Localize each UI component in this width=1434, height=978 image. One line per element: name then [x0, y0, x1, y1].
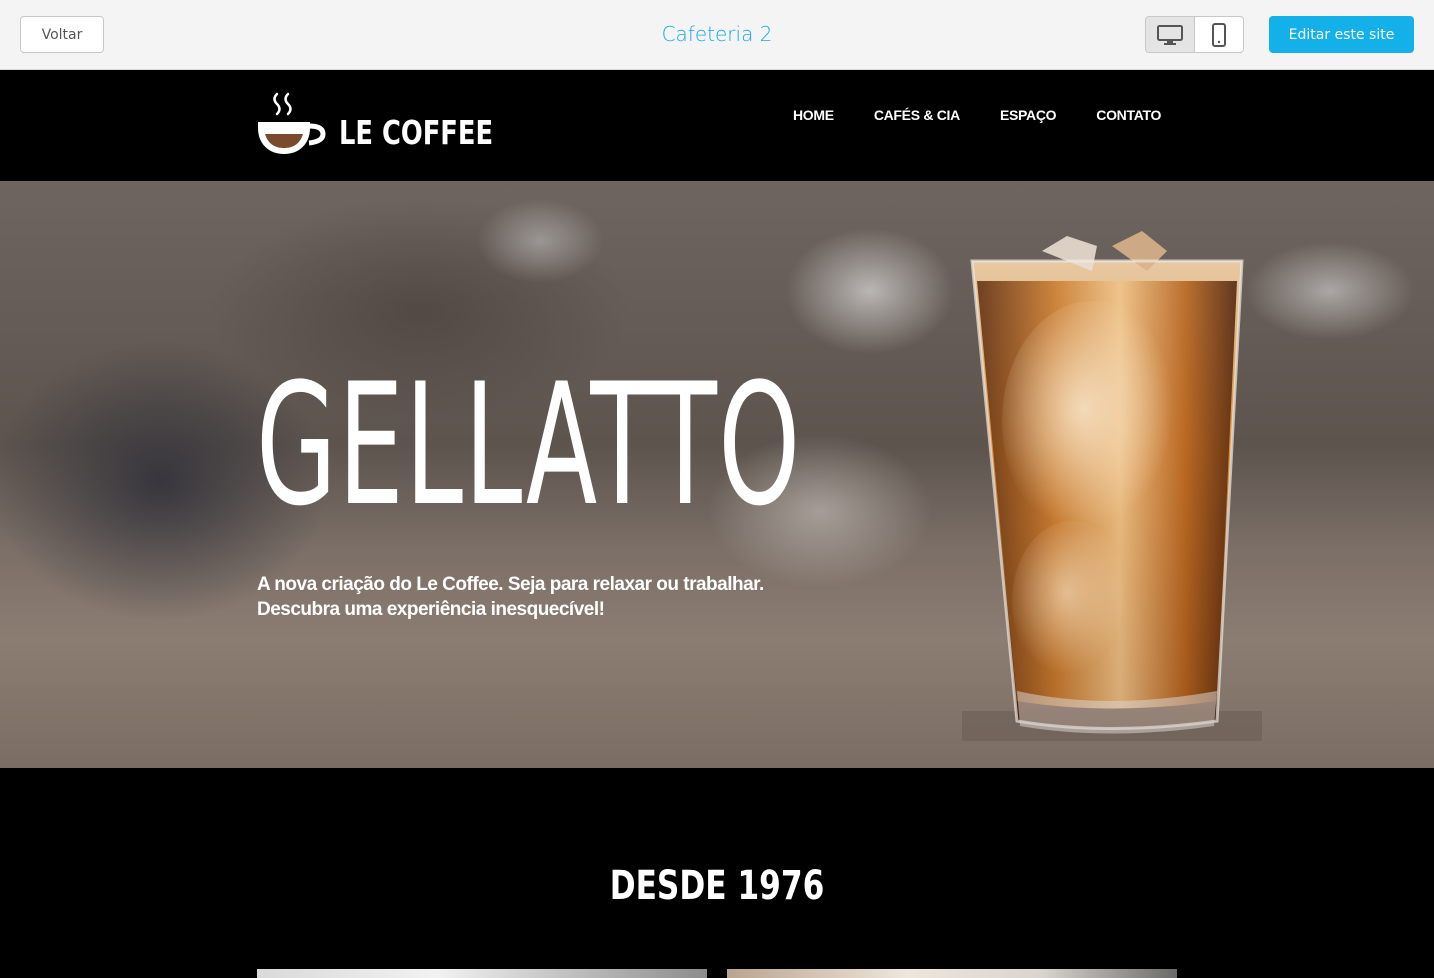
section-title: DESDE 1976 — [609, 863, 825, 909]
edit-site-button[interactable]: Editar este site — [1269, 16, 1414, 53]
about-section: DESDE 1976 — [0, 768, 1434, 978]
gallery-image-1 — [257, 969, 707, 978]
nav-item-contato[interactable]: CONTATO — [1096, 107, 1161, 123]
device-toggle — [1145, 16, 1244, 53]
nav-item-home[interactable]: HOME — [793, 107, 834, 123]
desktop-view-button[interactable] — [1146, 17, 1195, 52]
gallery-image-2 — [727, 969, 1177, 978]
site-logo[interactable]: LE COFFEE — [255, 92, 537, 156]
iced-coffee-image — [962, 231, 1262, 741]
mobile-view-button[interactable] — [1195, 17, 1244, 52]
hero-text-line-1: A nova criação do Le Coffee. Seja para r… — [257, 574, 764, 595]
hero-description: A nova criação do Le Coffee. Seja para r… — [257, 572, 817, 622]
nav-item-cafes[interactable]: CAFÉS & CIA — [874, 107, 960, 123]
hero-banner: GELLATTO A nova criação do Le Coffee. Se… — [0, 181, 1434, 768]
hero-text-line-2: Descubra uma experiência inesquecível! — [257, 599, 605, 620]
logo-text: LE COFFEE — [339, 113, 494, 152]
site-header: LE COFFEE HOME CAFÉS & CIA ESPAÇO CONTAT… — [0, 70, 1434, 181]
desktop-icon — [1156, 24, 1183, 45]
main-nav: HOME CAFÉS & CIA ESPAÇO CONTATO — [793, 107, 1201, 123]
mobile-icon — [1211, 22, 1226, 47]
coffee-cup-icon — [258, 92, 326, 154]
hero-title: GELLATTO — [256, 347, 802, 543]
editor-topbar: Voltar Cafeteria 2 Editar este site — [0, 0, 1434, 70]
nav-item-espaco[interactable]: ESPAÇO — [1000, 107, 1057, 123]
